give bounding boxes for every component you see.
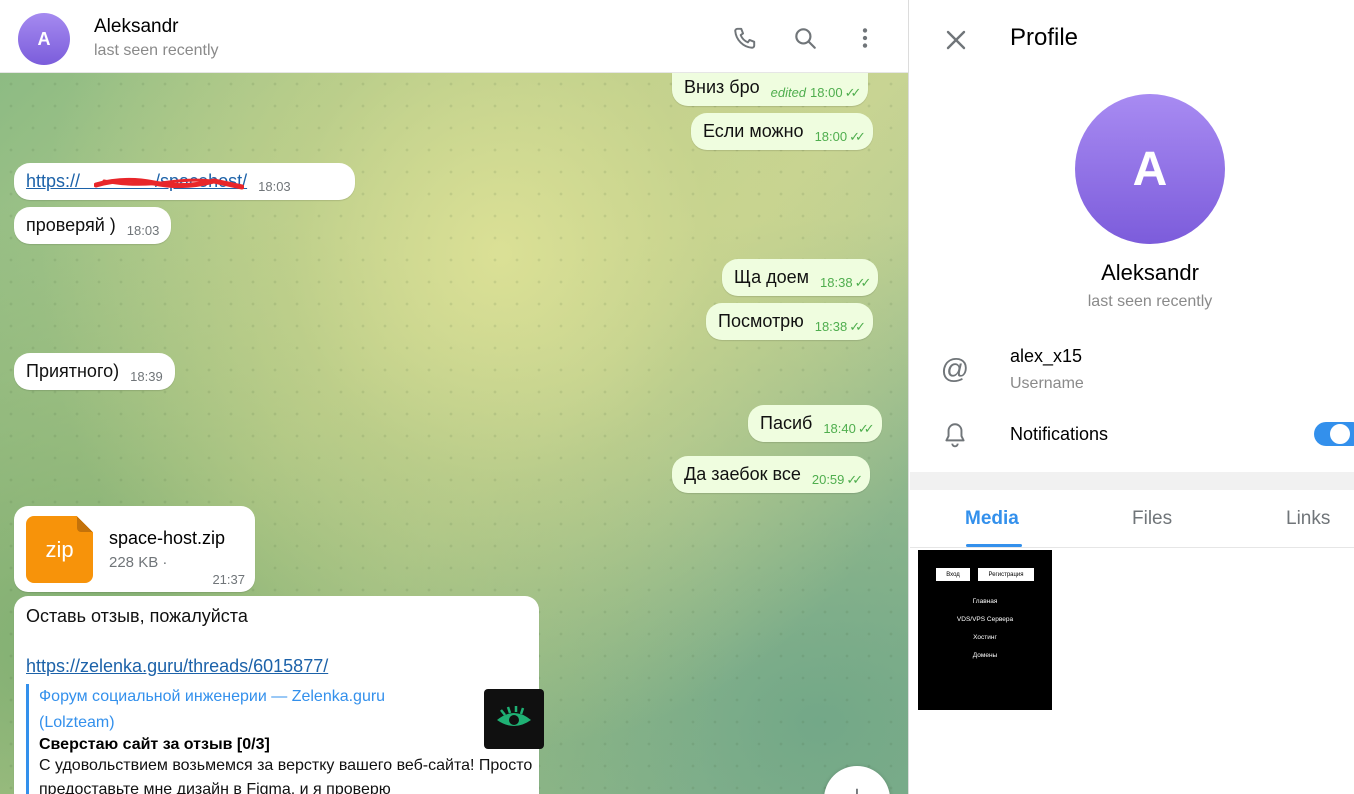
tab-files[interactable]: Files: [1132, 508, 1172, 530]
preview-description: С удовольствием возьмемся за верстку ваш…: [39, 757, 533, 794]
thumb-register-button: Регистрация: [978, 568, 1034, 581]
message-text: Если можно: [703, 121, 804, 141]
message-bubble-outgoing[interactable]: Посмотрю 18:38 ✓✓: [706, 303, 874, 340]
profile-name: Aleksandr: [1101, 260, 1199, 285]
message-bubble-incoming[interactable]: https:// /spacehost/ 18:03: [14, 163, 355, 200]
toggle-knob: [1328, 422, 1352, 446]
message-bubble-incoming[interactable]: проверяй ) 18:03: [14, 207, 172, 244]
message-bubble-outgoing[interactable]: Пасиб 18:40 ✓✓: [748, 405, 882, 442]
profile-status: last seen recently: [1087, 293, 1213, 310]
zip-file-icon[interactable]: zip: [26, 516, 93, 583]
phone-icon[interactable]: [731, 24, 759, 52]
read-ticks-icon: ✓✓: [857, 421, 875, 436]
message-text: Да заебок все: [684, 464, 801, 484]
preview-site-name: Форум социальной инженерии — Zelenka.gur…: [39, 688, 386, 731]
message-meta: 18:38 ✓✓: [820, 275, 872, 290]
preview-title: Сверстаю сайт за отзыв [0/3]: [39, 736, 270, 753]
message-text: Вниз бро: [684, 77, 760, 97]
message-time: 21:37: [212, 572, 245, 587]
chat-panel: A Aleksandr last seen recently Вниз бро …: [0, 0, 909, 794]
tab-media[interactable]: Media: [965, 508, 1019, 530]
bell-icon: [940, 420, 970, 450]
message-text: Пасиб: [760, 413, 813, 433]
message-meta: 20:59 ✓✓: [811, 472, 863, 487]
tab-links[interactable]: Links: [1286, 508, 1330, 530]
at-icon: @: [940, 353, 970, 384]
message-meta: 18:38 ✓✓: [814, 319, 866, 334]
redaction-scribble: [94, 177, 244, 190]
file-size: 228 KB ·: [109, 554, 168, 571]
read-ticks-icon: ✓✓: [849, 129, 866, 144]
message-text: Посмотрю: [718, 311, 804, 331]
profile-panel: Profile A Aleksandr last seen recently @…: [910, 0, 1354, 794]
message-bubble-outgoing[interactable]: Ща доем 18:38 ✓✓: [722, 259, 879, 296]
message-meta: 18:00 ✓✓: [814, 129, 866, 144]
message-text: Приятного): [26, 361, 120, 381]
tabs-border: [910, 547, 1354, 548]
thumb-menu-item: Хостинг: [973, 634, 997, 641]
thumb-menu-item: VDS/VPS Сервера: [956, 616, 1014, 623]
file-name: space-host.zip: [109, 528, 226, 548]
thumb-menu-item: Главная: [972, 598, 998, 605]
profile-avatar[interactable]: A: [1075, 94, 1225, 244]
chat-avatar[interactable]: A: [18, 13, 70, 65]
message-bubble-outgoing[interactable]: Если можно 18:00 ✓✓: [691, 113, 873, 150]
eye-logo-icon: [497, 706, 531, 726]
media-thumbnail[interactable]: Вход Регистрация Главная VDS/VPS Сервера…: [918, 550, 1052, 710]
notifications-toggle[interactable]: [1314, 422, 1354, 446]
search-icon[interactable]: [791, 24, 819, 52]
message-bubble-incoming[interactable]: Приятного) 18:39: [14, 353, 175, 390]
more-vertical-icon[interactable]: [851, 24, 879, 52]
read-ticks-icon: ✓✓: [854, 275, 872, 290]
message-text: Оставь отзыв, пожалуйста: [26, 606, 248, 626]
read-ticks-icon: ✓✓: [844, 85, 862, 100]
notifications-label: Notifications: [1010, 424, 1109, 444]
message-meta: 18:03: [126, 223, 160, 238]
profile-title: Profile: [1010, 24, 1079, 51]
username-label: Username: [1010, 375, 1084, 392]
thumb-login-button: Вход: [936, 568, 970, 581]
message-meta: 18:39: [130, 369, 163, 384]
web-page-preview[interactable]: Форум социальной инженерии — Zelenka.gur…: [26, 684, 544, 794]
message-link[interactable]: https://zelenka.guru/threads/6015877/: [26, 656, 328, 677]
thumb-menu-item: Домены: [972, 652, 998, 659]
message-text: проверяй ): [26, 215, 116, 235]
section-divider: [910, 472, 1354, 490]
preview-thumbnail[interactable]: [484, 689, 544, 749]
close-icon[interactable]: [942, 26, 970, 54]
message-bubble-outgoing[interactable]: Да заебок все 20:59 ✓✓: [672, 456, 871, 493]
message-bubble-outgoing[interactable]: Вниз бро edited 18:00 ✓✓: [672, 73, 869, 106]
message-meta: 18:40 ✓✓: [823, 421, 875, 436]
message-text: Ща доем: [734, 267, 809, 287]
read-ticks-icon: ✓✓: [846, 472, 863, 487]
message-meta: edited 18:00 ✓✓: [770, 85, 862, 100]
file-message[interactable]: zip space-host.zip 228 KB · 21:37: [14, 506, 255, 592]
message-meta: 18:03: [258, 179, 291, 194]
chat-contact-name[interactable]: Aleksandr: [94, 16, 179, 38]
chat-header[interactable]: A Aleksandr last seen recently: [0, 0, 908, 73]
link-preview-message[interactable]: Оставь отзыв, пожалуйста https://zelenka…: [14, 596, 544, 794]
username-value[interactable]: alex_x15: [1010, 346, 1082, 367]
read-ticks-icon: ✓✓: [849, 319, 866, 334]
chat-contact-status: last seen recently: [94, 42, 219, 59]
